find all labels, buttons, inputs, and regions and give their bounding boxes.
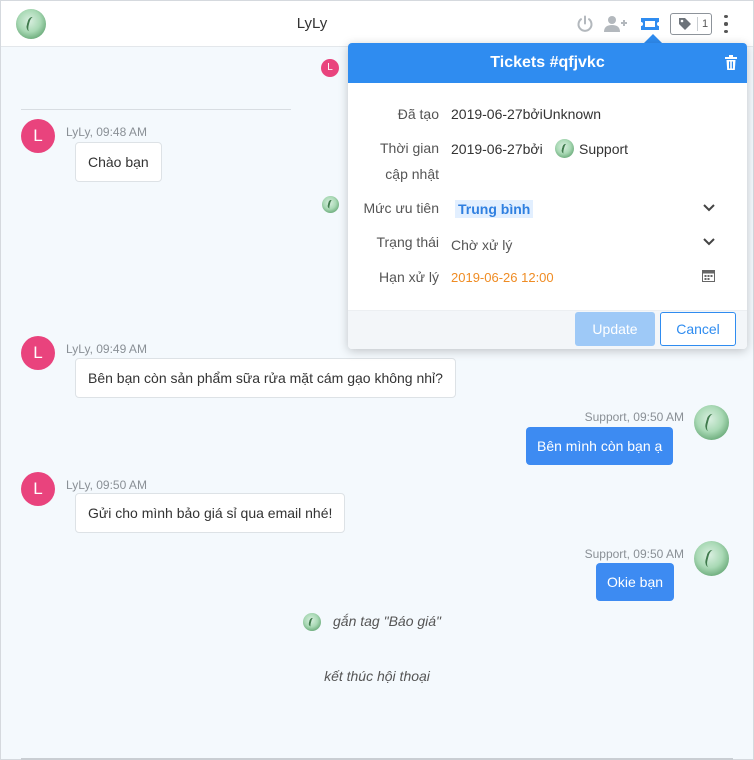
message-meta: Support, 09:50 AM: [584, 547, 684, 561]
popup-arrow: [644, 34, 662, 43]
message-bubble: Gửi cho mình bảo giá sỉ qua email nhé!: [75, 493, 346, 533]
message-bubble: Chào bạn: [75, 142, 162, 182]
chat-header: LyLy 1: [1, 1, 753, 47]
power-icon[interactable]: [574, 13, 596, 35]
updated-by-name: Support: [579, 141, 629, 157]
created-value: 2019-06-27bởiUnknown: [451, 106, 602, 122]
divider: [21, 109, 291, 110]
chevron-down-icon[interactable]: [703, 238, 715, 246]
priority-value: Trung bình: [455, 200, 534, 218]
updated-label-line1: Thời gian: [380, 140, 439, 156]
status-select[interactable]: Chờ xử lý: [451, 237, 512, 253]
message-bubble: Bên mình còn bạn ạ: [526, 427, 674, 465]
calendar-icon[interactable]: [702, 269, 715, 282]
user-avatar: L: [21, 336, 55, 370]
chevron-down-icon[interactable]: [703, 204, 715, 212]
deadline-label: Hạn xử lý: [379, 269, 439, 285]
update-button[interactable]: Update: [575, 312, 655, 346]
ticket-title: Tickets #qfjvkc: [490, 54, 605, 71]
tag-button[interactable]: 1: [670, 13, 712, 35]
message-bubble: Bên bạn còn sản phẩm sữa rửa mặt cám gạo…: [75, 358, 456, 398]
kebab-menu-icon[interactable]: [719, 13, 733, 35]
message-meta: LyLy, 09:48 AM: [66, 125, 147, 139]
support-mini-avatar: [303, 613, 321, 631]
ticket-icon[interactable]: [639, 13, 661, 35]
contact-name: LyLy: [296, 15, 328, 32]
read-receipt-avatar: L: [321, 59, 339, 77]
system-end-event: kết thúc hội thoại: [324, 668, 430, 684]
ticket-popup: Tickets #qfjvkc Đã tạo 2019-06-27bởiUnkn…: [348, 43, 747, 349]
user-avatar: L: [21, 119, 55, 153]
priority-label: Mức ưu tiên: [363, 200, 439, 216]
chat-window: LyLy 1 L L LyLy, 09:48 AM Chào bạn L LyL…: [0, 0, 754, 760]
add-user-icon[interactable]: [604, 13, 628, 35]
updated-by-avatar: [555, 139, 574, 158]
cancel-button[interactable]: Cancel: [660, 312, 736, 346]
message-meta: LyLy, 09:50 AM: [66, 478, 147, 492]
support-mini-avatar: [322, 196, 339, 213]
message-meta: LyLy, 09:49 AM: [66, 342, 147, 356]
status-label: Trạng thái: [376, 234, 439, 250]
trash-icon[interactable]: [725, 55, 737, 70]
updated-label-line2: cập nhật: [385, 166, 439, 182]
message-bubble: Okie bạn: [596, 563, 675, 601]
tag-count: 1: [696, 17, 708, 31]
ticket-popup-header: Tickets #qfjvkc: [348, 43, 747, 83]
system-tag-event: gắn tag "Báo giá": [333, 613, 442, 629]
priority-select[interactable]: Trung bình: [455, 200, 534, 218]
support-avatar: [694, 405, 729, 440]
tag-icon: [678, 18, 691, 30]
message-meta: Support, 09:50 AM: [584, 410, 684, 424]
deadline-value[interactable]: 2019-06-26 12:00: [451, 270, 554, 285]
user-avatar: L: [21, 472, 55, 506]
updated-value: 2019-06-27bởi: [451, 141, 543, 157]
support-avatar: [694, 541, 729, 576]
created-label: Đã tạo: [397, 106, 439, 122]
